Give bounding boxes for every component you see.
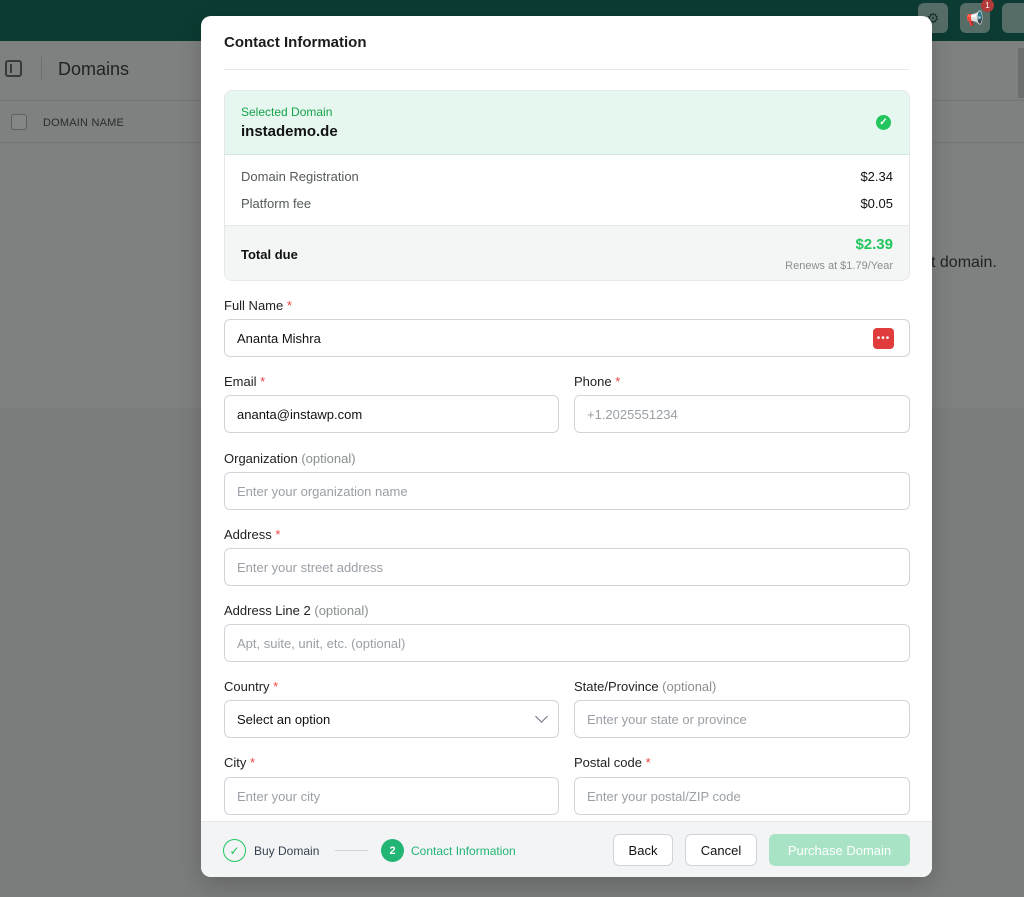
check-circle-icon: ✓ [876,115,891,130]
password-manager-icon[interactable]: ••• [873,328,894,349]
full-name-label: Full Name * [224,298,292,313]
selected-domain-label: Selected Domain [241,105,333,119]
total-label: Total due [241,247,298,262]
postal-code-input[interactable]: Enter your postal/ZIP code [574,777,910,815]
selected-domain-name: instademo.de [241,123,338,140]
address-input[interactable]: Enter your street address [224,548,910,586]
label-text: Postal code [574,755,642,770]
organization-input[interactable]: Enter your organization name [224,472,910,510]
full-name-input[interactable]: Ananta Mishra ••• [224,319,910,357]
empty-state-text: t domain. [931,254,997,271]
label-text: Address Line 2 [224,603,311,618]
sidebar-toggle-icon[interactable] [5,60,22,77]
label-text: State/Province [574,679,659,694]
required-mark: * [250,755,256,770]
label-text: Email [224,374,257,389]
required-mark: * [615,374,621,389]
chevron-down-icon [535,710,548,723]
city-label: City * [224,755,255,770]
postal-code-placeholder: Enter your postal/ZIP code [587,788,741,804]
email-value: ananta@instawp.com [237,406,363,422]
required-mark: * [275,527,281,542]
optional-mark: (optional) [662,679,717,694]
line-item-label: Domain Registration [241,169,359,184]
country-selected-value: Select an option [237,711,331,727]
optional-mark: (optional) [314,603,369,618]
step-complete-check-icon: ✓ [223,839,246,862]
megaphone-icon: 📢 [966,9,984,26]
renewal-price: Renews at $1.79/Year [785,260,893,272]
line-item-label: Platform fee [241,196,312,211]
line-item-amount: $0.05 [860,196,893,211]
line-item-registration: Domain Registration $2.34 [241,169,893,184]
address-line2-placeholder: Apt, suite, unit, etc. (optional) [237,635,406,651]
header-divider [41,57,42,81]
optional-mark: (optional) [301,451,356,466]
step-active-indicator: 2 [381,839,404,862]
organization-placeholder: Enter your organization name [237,483,408,499]
total-amount: $2.39 [855,236,893,253]
modal-footer: ✓ Buy Domain 2 Contact Information Back … [201,821,932,877]
label-text: Phone [574,374,612,389]
organization-label: Organization (optional) [224,451,356,466]
back-button[interactable]: Back [613,834,673,866]
state-placeholder: Enter your state or province [587,711,747,727]
page-title: Domains [58,59,130,79]
line-item-platform-fee: Platform fee $0.05 [241,196,893,211]
phone-input[interactable]: +1.2025551234 [574,395,910,433]
state-label: State/Province (optional) [574,679,716,694]
modal-divider [224,69,909,70]
required-mark: * [260,374,266,389]
address-line2-label: Address Line 2 (optional) [224,603,369,618]
right-edge-control [1018,48,1024,98]
order-summary: Selected Domain instademo.de ✓ Domain Re… [224,90,910,281]
purchase-domain-button[interactable]: Purchase Domain [769,834,910,866]
step-buy-domain-label: Buy Domain [254,844,320,858]
email-label: Email * [224,374,265,389]
phone-label: Phone * [574,374,620,389]
country-select[interactable]: Select an option [224,700,559,738]
country-label: Country * [224,679,278,694]
label-text: City [224,755,247,770]
email-input[interactable]: ananta@instawp.com [224,395,559,433]
phone-placeholder: +1.2025551234 [587,406,678,422]
address-placeholder: Enter your street address [237,559,383,575]
announcement-icon[interactable]: 📢 1 [960,0,994,33]
step-contact-information-label: Contact Information [411,844,516,858]
address-line2-input[interactable]: Apt, suite, unit, etc. (optional) [224,624,910,662]
required-mark: * [273,679,279,694]
required-mark: * [645,755,651,770]
modal-title: Contact Information [224,34,367,51]
label-text: Country [224,679,270,694]
cancel-button[interactable]: Cancel [685,834,757,866]
contact-information-modal: Contact Information Selected Domain inst… [201,16,932,877]
total-section: Total due $2.39 Renews at $1.79/Year [225,225,909,280]
select-all-checkbox[interactable] [11,114,27,130]
label-text: Full Name [224,298,284,313]
label-text: Address [224,527,272,542]
state-input[interactable]: Enter your state or province [574,700,910,738]
full-name-value: Ananta Mishra [237,330,321,346]
postal-code-label: Postal code * [574,755,651,770]
required-mark: * [286,298,292,313]
line-item-amount: $2.34 [860,169,893,184]
label-text: Organization [224,451,298,466]
notification-badge: 1 [981,0,994,12]
city-placeholder: Enter your city [237,788,321,804]
selected-domain-banner: Selected Domain instademo.de ✓ [225,91,909,155]
column-header-domain-name: DOMAIN NAME [43,117,125,129]
address-label: Address * [224,527,280,542]
step-connector [335,850,368,851]
city-input[interactable]: Enter your city [224,777,559,815]
wallet-icon[interactable] [1002,3,1024,33]
